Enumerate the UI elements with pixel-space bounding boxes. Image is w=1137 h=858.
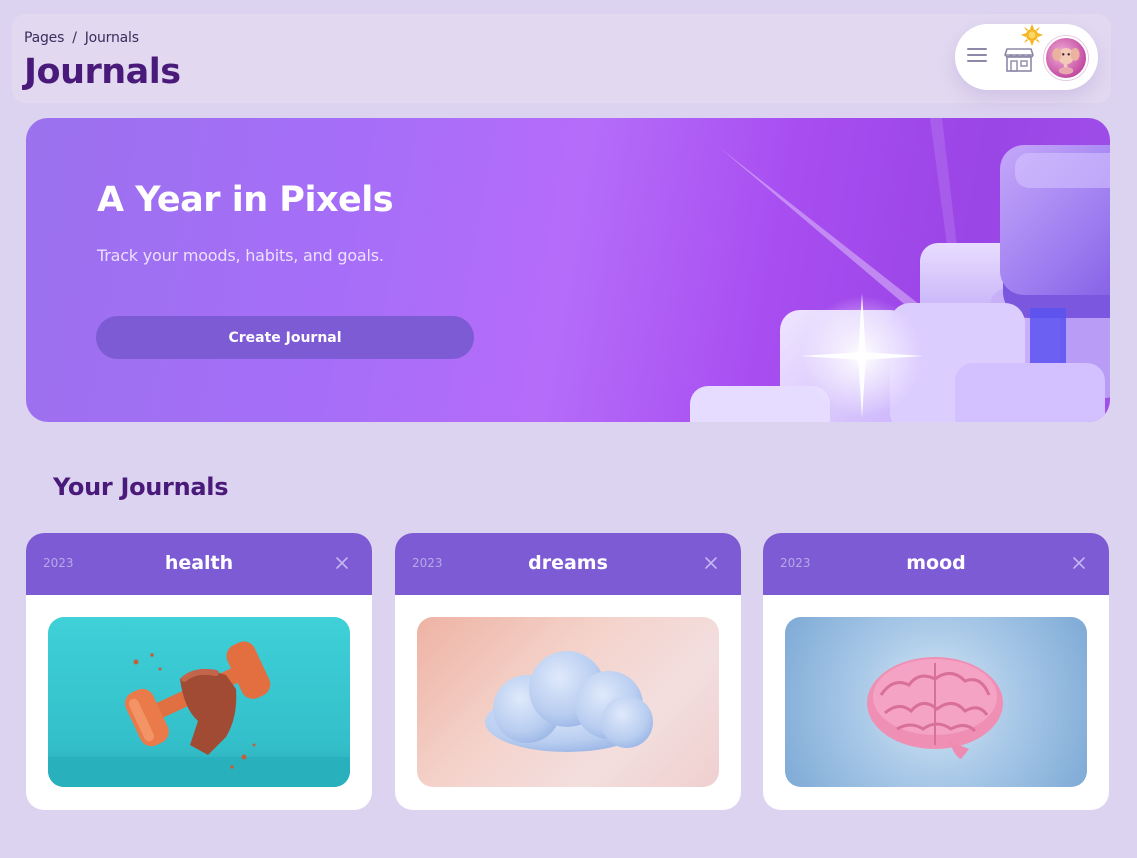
elephant-icon (1052, 48, 1080, 75)
journal-card-health[interactable]: 2023 health (26, 533, 372, 810)
breadcrumb-root[interactable]: Pages (24, 30, 64, 46)
hero-title: A Year in Pixels (97, 180, 394, 220)
dumbbell-image (48, 617, 350, 787)
avatar[interactable] (1044, 36, 1088, 80)
cubes-illustration (690, 118, 1110, 422)
section-title: Your Journals (53, 473, 229, 501)
card-title: mood (906, 552, 966, 574)
header-toolbar (955, 24, 1098, 90)
card-title: dreams (528, 552, 608, 574)
journal-card-dreams[interactable]: 2023 dreams (395, 533, 741, 810)
cloud-image (417, 617, 719, 787)
create-journal-button[interactable]: Create Journal (96, 316, 474, 359)
close-icon[interactable] (334, 555, 350, 571)
card-header: 2023 dreams (395, 533, 741, 595)
close-icon[interactable] (1071, 555, 1087, 571)
hero-subtitle: Track your moods, habits, and goals. (97, 246, 384, 265)
breadcrumb: Pages / Journals (24, 30, 139, 46)
page-title: Journals (24, 52, 181, 92)
top-bar: Pages / Journals Journals (12, 14, 1111, 103)
store-icon[interactable] (1003, 43, 1035, 73)
breadcrumb-separator: / (72, 30, 77, 46)
brain-image (785, 617, 1087, 787)
hero-banner: A Year in Pixels Track your moods, habit… (26, 118, 1110, 422)
breadcrumb-current: Journals (84, 30, 139, 46)
journal-card-mood[interactable]: 2023 mood (763, 533, 1109, 810)
sun-icon (1021, 24, 1043, 46)
card-header: 2023 health (26, 533, 372, 595)
card-title: health (164, 552, 234, 574)
menu-icon[interactable] (967, 48, 987, 66)
close-icon[interactable] (703, 555, 719, 571)
card-header: 2023 mood (763, 533, 1109, 595)
